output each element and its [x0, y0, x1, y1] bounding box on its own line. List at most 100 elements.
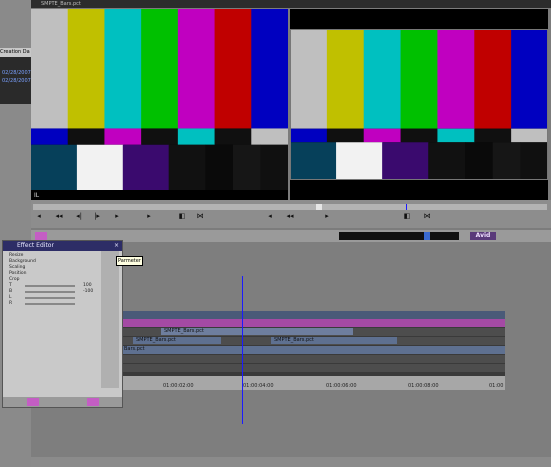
color-bar [474, 29, 512, 129]
reverse-bar [290, 128, 328, 143]
overwrite-icon[interactable]: ⋈ [196, 212, 204, 220]
param-position[interactable]: Position [9, 271, 27, 276]
slider-crop-top[interactable] [25, 285, 75, 287]
track-a2[interactable]: Bars.pct [121, 346, 505, 354]
position-indicator[interactable] [316, 204, 322, 210]
reverse-bar [177, 128, 216, 145]
timeline-view-icon[interactable] [424, 232, 430, 240]
param-resize[interactable]: Resize [9, 253, 23, 258]
track-a4[interactable] [121, 364, 505, 372]
position-bar[interactable] [33, 204, 547, 210]
mark-out-icon[interactable]: ▸ [113, 212, 121, 220]
reverse-bar [326, 128, 365, 143]
reverse-bar [104, 128, 142, 145]
track-v3[interactable] [121, 311, 505, 319]
clip-smpte-a2[interactable]: SMPTE_Bars.pct [271, 337, 397, 344]
pluge-block [76, 144, 124, 190]
step-back-icon[interactable]: ◂| [75, 212, 83, 220]
reverse-bar [400, 128, 438, 143]
pluge-block [232, 144, 261, 190]
pluge-block [520, 142, 549, 180]
reverse-bar [251, 128, 289, 145]
color-bar [400, 29, 438, 129]
crop-bottom-value: -100 [83, 289, 94, 294]
timeline-bottom-bar [31, 457, 551, 467]
color-bar [363, 29, 402, 129]
param-background[interactable]: Background [9, 259, 36, 264]
avid-logo: Avid [470, 232, 496, 240]
effect-parameter-buttons [101, 251, 119, 388]
color-bar [437, 29, 475, 129]
param-crop-left: L [9, 295, 12, 300]
color-bar [511, 29, 549, 129]
effect-editor-title-bar[interactable]: Effect Editor × [3, 241, 122, 251]
slider-crop-bottom[interactable] [25, 291, 75, 293]
record-position-marker [406, 204, 407, 210]
color-bar [177, 9, 216, 129]
playhead[interactable] [242, 276, 243, 424]
crop-top-value: 100 [83, 283, 92, 288]
timecode-ruler[interactable]: 01:00:02:00 01:00:04:00 01:00:06:00 01:0… [121, 376, 505, 390]
timeline-track-selector[interactable] [339, 232, 459, 240]
track-a1[interactable]: SMPTE_Bars.pct SMPTE_Bars.pct [121, 337, 505, 345]
splice-icon[interactable]: ◧ [178, 212, 186, 220]
record-monitor[interactable] [290, 9, 549, 200]
pluge-block [31, 144, 78, 190]
smpte-bars-record [290, 29, 549, 180]
keyframe-button[interactable] [27, 398, 39, 406]
clip-smpte-v1[interactable]: SMPTE_Bars.pct [161, 328, 353, 335]
pluge-block [336, 142, 383, 180]
record-play-icon[interactable]: ▸ [323, 212, 331, 220]
bin-date-2: 02/28/2007 [2, 78, 31, 84]
param-scaling[interactable]: Scaling [9, 265, 25, 270]
pluge-block [205, 144, 234, 190]
record-rewind-icon[interactable]: ◂◂ [286, 212, 294, 220]
effect-editor-title: Effect Editor [17, 242, 54, 249]
rewind-icon[interactable]: ◂◂ [55, 212, 63, 220]
close-icon[interactable]: × [114, 241, 119, 251]
tick-label-2: 01:00:04:00 [243, 383, 274, 389]
color-bar [251, 9, 289, 129]
slider-crop-right[interactable] [25, 303, 75, 305]
tick-label-1: 01:00:02:00 [163, 383, 194, 389]
color-bar [141, 9, 179, 129]
monitor-title-bar: SMPTE_Bars.pct [31, 0, 551, 8]
track-v1[interactable]: SMPTE_Bars.pct [121, 328, 505, 336]
tooltip: Parmeter [116, 256, 143, 266]
source-monitor[interactable]: IL [31, 9, 289, 200]
tick-label-5: 01:00 [489, 383, 504, 389]
reverse-bar [437, 128, 475, 143]
source-clip-name[interactable]: SMPTE_Bars.pct [31, 1, 81, 7]
reverse-bar [474, 128, 512, 143]
reverse-bar [511, 128, 549, 143]
param-crop-right: R [9, 301, 13, 306]
pluge-block [260, 144, 289, 190]
bin-window[interactable]: Creation Da 02/28/2007 02/28/2007 [0, 48, 31, 104]
play-icon[interactable]: ▸ [145, 212, 153, 220]
bin-column-header[interactable]: Creation Da [0, 48, 31, 57]
clip-smpte-a1[interactable]: SMPTE_Bars.pct [133, 337, 221, 344]
pluge-block [168, 144, 206, 190]
effect-editor-footer [3, 397, 122, 407]
step-forward-icon[interactable]: |▸ [93, 212, 101, 220]
record-splice-icon[interactable]: ◧ [403, 212, 411, 220]
track-v2[interactable] [121, 319, 505, 327]
reverse-bar [67, 128, 105, 145]
tick-label-3: 01:00:06:00 [326, 383, 357, 389]
pluge-block [290, 142, 337, 180]
color-bar [104, 9, 142, 129]
render-button[interactable] [87, 398, 99, 406]
pluge-block [382, 142, 429, 180]
slider-crop-left[interactable] [25, 297, 75, 299]
param-crop-bottom: B [9, 289, 13, 294]
reverse-bar [214, 128, 252, 145]
track-a3[interactable] [121, 355, 505, 363]
record-overwrite-icon[interactable]: ⋈ [423, 212, 431, 220]
bin-date-1: 02/28/2007 [2, 70, 31, 76]
smpte-bars-source: IL [31, 9, 289, 199]
clip-bars-a2[interactable]: Bars.pct [121, 346, 181, 353]
param-crop[interactable]: Crop [9, 277, 20, 282]
record-mark-in-icon[interactable]: ◂ [266, 212, 274, 220]
mark-in-icon[interactable]: ◂ [35, 212, 43, 220]
video-track-toggle[interactable] [35, 232, 47, 240]
